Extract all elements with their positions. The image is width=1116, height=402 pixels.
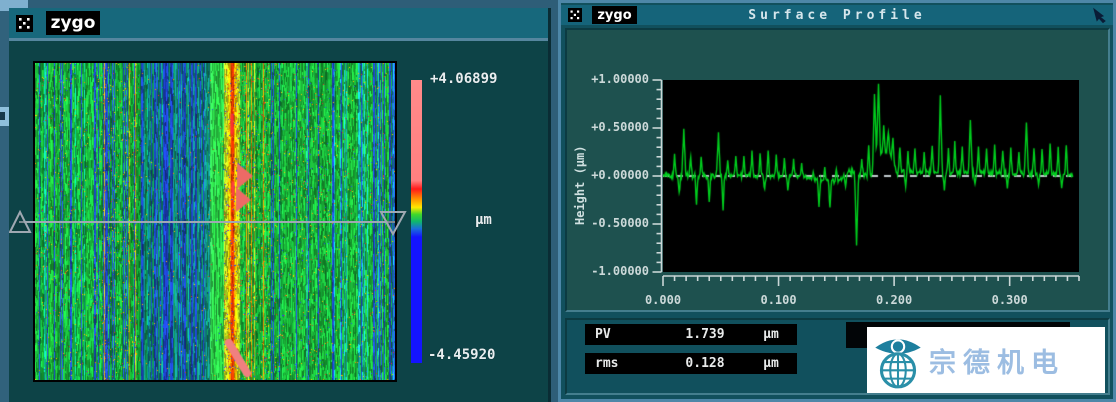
colorbar-unit-label: µm xyxy=(475,212,492,228)
zygo-logo-text: zygo xyxy=(51,13,96,33)
rms-unit: µm xyxy=(745,356,797,371)
tool-cursor-icon[interactable] xyxy=(1092,7,1108,23)
x-tick-label: 0.300 xyxy=(975,293,1045,307)
profile-slice-overlay xyxy=(9,200,429,242)
x-tick-label: 0.100 xyxy=(744,293,814,307)
rms-value: 0.128 xyxy=(665,356,745,371)
colorbar-min-label: -4.45920 xyxy=(428,347,495,363)
surface-map-window: zygo +4.06899 µm -4.45920 xyxy=(9,8,551,402)
y-tick-label: +1.00000 xyxy=(579,72,649,86)
x-tick-label: 0.000 xyxy=(628,293,698,307)
colorbar-max-label: +4.06899 xyxy=(430,71,497,87)
y-tick-label: +0.00000 xyxy=(579,168,649,182)
pv-unit: µm xyxy=(745,327,797,342)
window-menu-icon[interactable] xyxy=(16,15,33,32)
surface-profile-window: zygo Surface Profile Height (µm) Distanc… xyxy=(558,0,1116,402)
profile-plot-canvas xyxy=(663,80,1079,272)
x-tick-label: 0.200 xyxy=(859,293,929,307)
rms-result-box: rms 0.128 µm xyxy=(585,353,797,374)
desktop-edge-strip xyxy=(0,0,9,402)
y-tick-label: -0.50000 xyxy=(579,216,649,230)
y-axis-ruler xyxy=(651,78,663,274)
zygo-logo: zygo xyxy=(46,11,100,35)
y-tick-label: -1.00000 xyxy=(579,264,649,278)
watermark-text: 宗德机电 xyxy=(929,341,1065,380)
watermark: 宗德机电 xyxy=(867,327,1105,393)
eye-globe-logo-icon xyxy=(867,329,929,391)
background-window-notch xyxy=(0,112,5,120)
dots-grid-icon xyxy=(16,15,33,32)
surface-profile-titlebar[interactable]: zygo Surface Profile xyxy=(561,5,1113,25)
window-title: Surface Profile xyxy=(561,8,1113,23)
pv-label: PV xyxy=(585,327,665,342)
pv-value: 1.739 xyxy=(665,327,745,342)
pv-result-box: PV 1.739 µm xyxy=(585,324,797,345)
surface-map-titlebar[interactable]: zygo xyxy=(9,8,548,41)
rms-label: rms xyxy=(585,356,665,371)
x-axis-ruler xyxy=(661,275,1081,289)
y-tick-label: +0.50000 xyxy=(579,120,649,134)
profile-chart-panel: Height (µm) Distance (mm) +1.00000+0.500… xyxy=(565,28,1110,312)
